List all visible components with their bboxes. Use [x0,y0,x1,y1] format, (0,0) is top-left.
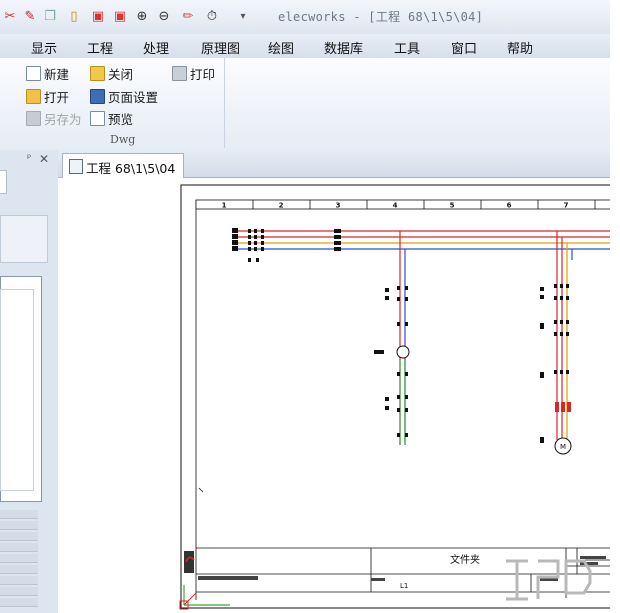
coil-symbol [396,345,410,359]
preview-label: 预览 [108,112,134,127]
menu-project[interactable]: 工程 [87,38,113,57]
column-ruler [195,199,610,210]
svg-text:M: M [560,443,566,451]
menu-schematic[interactable]: 原理图 [201,38,240,57]
drawing-canvas[interactable]: 1 2 3 4 5 6 7 M 文件夹 L1 [58,178,610,613]
timer-icon[interactable]: ⏱ [204,9,220,25]
close-label: 关闭 [108,67,134,82]
new-document-icon[interactable]: ▯ [66,9,82,25]
menu-tools[interactable]: 工具 [394,38,420,57]
new-button[interactable]: 新建 [26,64,69,83]
new-label: 新建 [44,67,70,82]
folder-open-icon [26,89,41,104]
column-6: 6 [507,202,512,210]
close-button[interactable]: 关闭 [90,64,133,83]
title-block-text: 文件夹 [450,553,480,566]
menu-process[interactable]: 处理 [143,38,169,57]
chevron-down-icon[interactable]: ▾ [235,9,251,25]
close-icon[interactable]: ✕ [39,152,49,166]
column-7: 7 [564,202,569,210]
list-item[interactable] [0,554,38,563]
panel-tab[interactable] [0,170,7,194]
pencil-icon[interactable]: ✏ [180,9,196,25]
column-1: 1 [222,202,227,210]
menu-view[interactable]: 显示 [31,38,57,57]
list-item[interactable] [0,587,38,596]
list-item[interactable] [0,532,38,541]
panel-toolbar [0,215,48,263]
company-logo [184,551,194,573]
preview-button[interactable]: 预览 [90,109,133,128]
print-label: 打印 [190,67,216,82]
list-item[interactable] [0,521,38,530]
menu-help[interactable]: 帮助 [507,38,533,57]
tab-document[interactable]: 工程 68\1\5\04 [62,153,184,178]
export-icon[interactable]: ▣ [112,9,128,25]
list-item[interactable] [0,598,38,607]
list-item[interactable] [0,565,38,574]
new-document-icon [26,66,41,81]
page-setup-icon [90,89,105,104]
menu-database[interactable]: 数据库 [324,38,363,57]
pin-icon[interactable]: ᵖ [27,153,31,164]
ribbon-group-label: Dwg [110,133,136,146]
site-watermark [506,559,592,601]
print-button[interactable]: 打印 [172,64,215,83]
column-3: 3 [336,202,341,210]
printer-icon [172,66,187,81]
open-button[interactable]: 打开 [26,87,69,106]
title-block-l1: L1 [400,582,408,590]
copy-icon[interactable]: ❐ [42,9,58,25]
tool-icon[interactable]: ✂ [2,9,18,25]
save-as-button[interactable]: 另存为 [26,109,82,128]
wrench-icon[interactable]: ✎ [22,9,38,25]
drawing-icon [69,159,83,174]
save-icon [26,111,41,126]
page-setup-label: 页面设置 [108,90,159,105]
column-5: 5 [450,202,455,210]
page-setup-button[interactable]: 页面设置 [90,87,158,106]
menu-window[interactable]: 窗口 [451,38,477,57]
window-title: elecworks - [工程 68\1\5\04] [278,10,484,24]
tab-label: 工程 68\1\5\04 [86,161,176,176]
title-bar: ✂ ✎ ❐ ▯ ▣ ▣ ⊕ ⊖ ✏ ⏱ ▾ elecworks - [工程 68… [0,0,610,35]
panel-tree-content [0,289,34,491]
column-2: 2 [279,202,284,210]
menu-draw[interactable]: 绘图 [268,38,294,57]
import-icon[interactable]: ▣ [90,9,106,25]
list-item[interactable] [0,543,38,552]
column-4: 4 [393,202,398,210]
list-item[interactable] [0,510,38,519]
save-as-label: 另存为 [44,112,82,127]
open-label: 打开 [44,90,70,105]
schematic-drawing: 1 2 3 4 5 6 7 M 文件夹 L1 [179,184,610,610]
preview-icon [90,111,105,126]
folder-close-icon [90,66,105,81]
menu-bar: 显示 工程 处理 原理图 绘图 数据库 工具 窗口 帮助 [0,34,610,58]
zoom-in-icon[interactable]: ⊕ [134,9,150,25]
panel-rows [0,510,40,610]
zoom-out-icon[interactable]: ⊖ [156,9,172,25]
list-item[interactable] [0,576,38,585]
